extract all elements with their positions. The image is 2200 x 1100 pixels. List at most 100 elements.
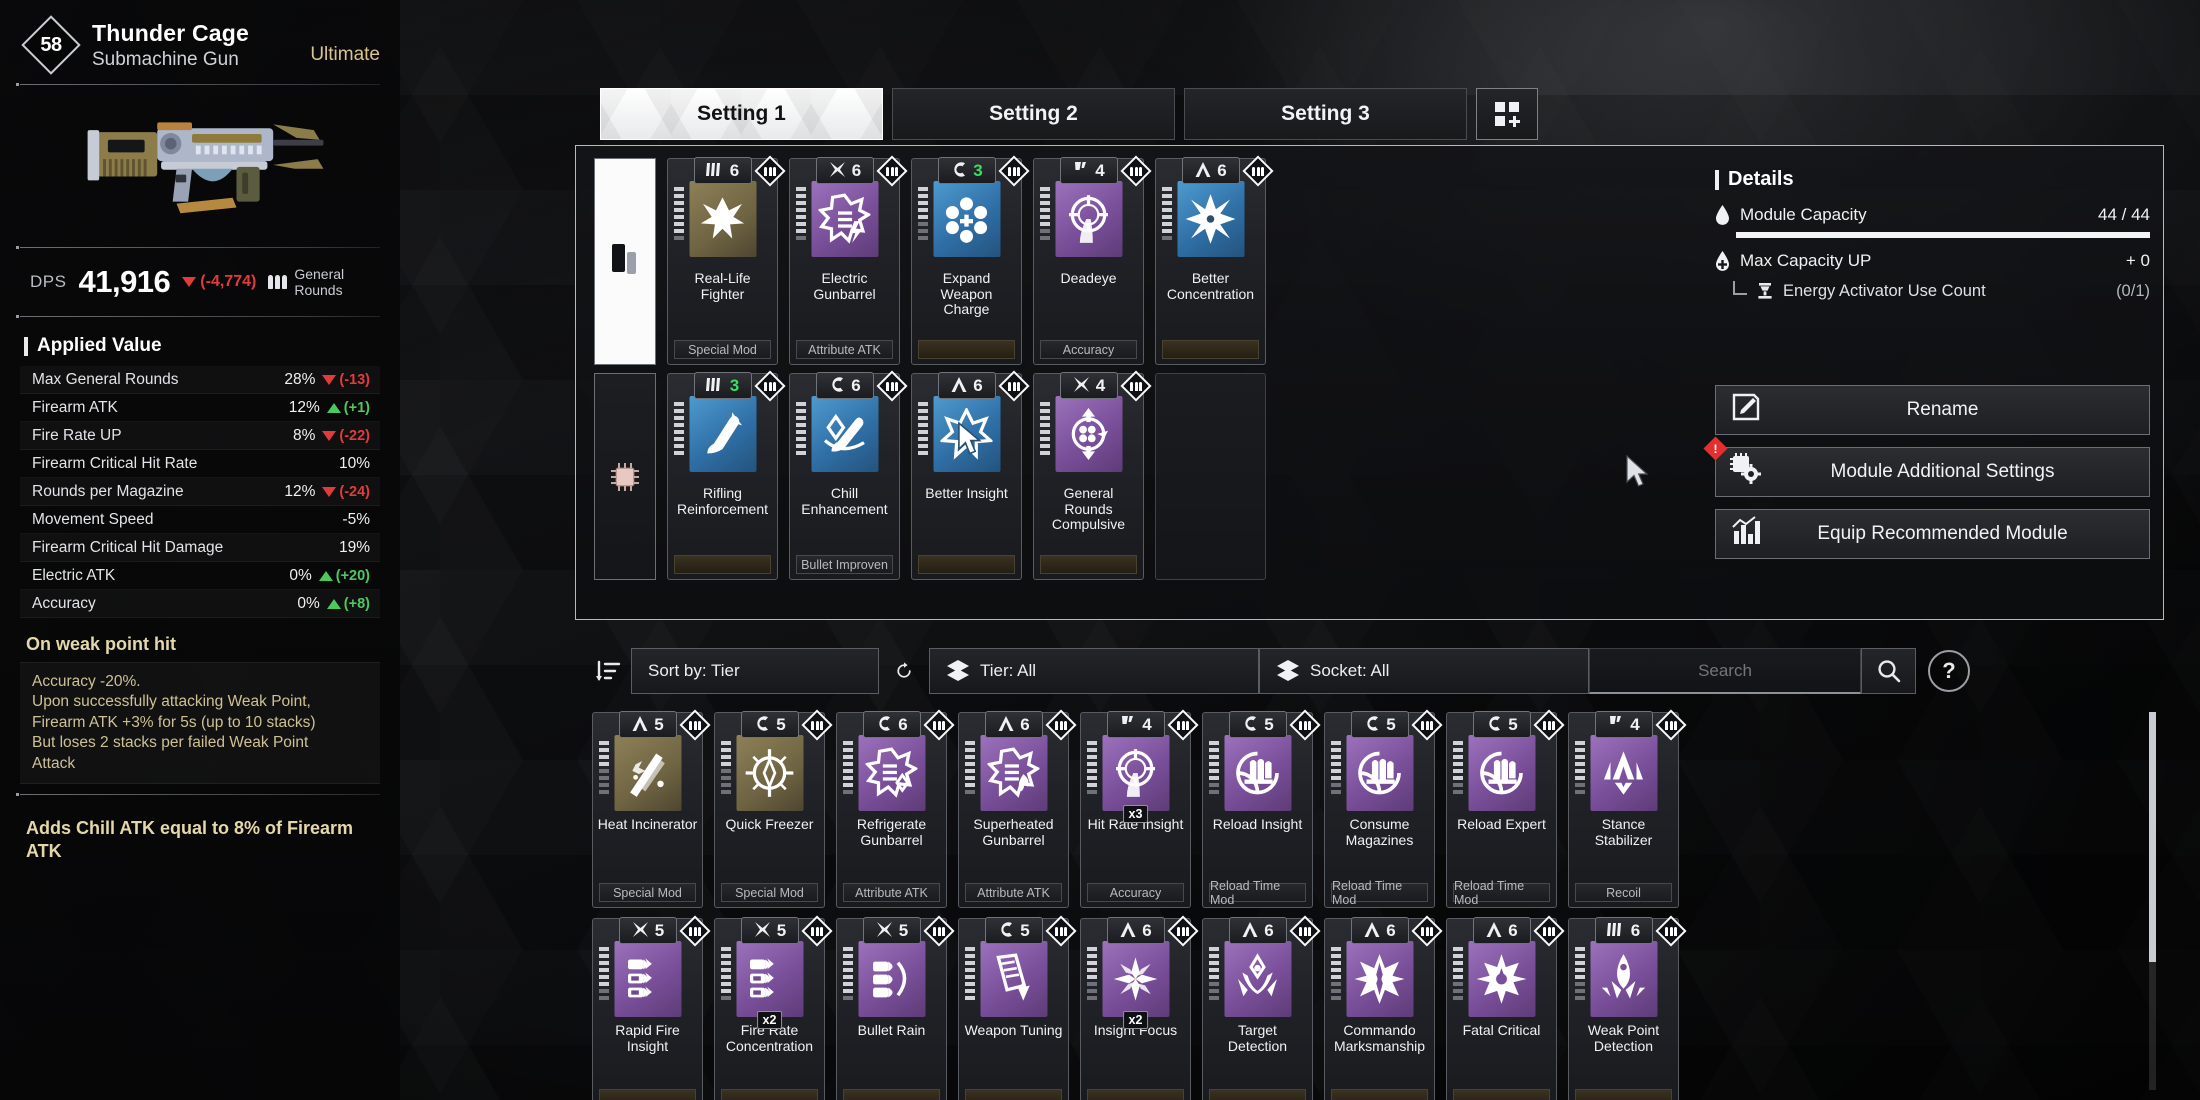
sort-by-dropdown[interactable]: Sort by: Tier	[631, 648, 879, 694]
level-pip	[965, 954, 975, 958]
level-pip	[1162, 201, 1172, 205]
level-pip	[721, 989, 731, 993]
level-pip	[1040, 416, 1050, 420]
level-pip	[965, 947, 975, 951]
module-card[interactable]: 6 Commando Marksmanship	[1324, 915, 1443, 1100]
module-card[interactable]: 4 Deadeye Accuracy	[1033, 155, 1152, 365]
help-button[interactable]: ?	[1928, 650, 1970, 692]
stat-name: Firearm Critical Hit Rate	[32, 454, 198, 472]
module-tier-badge	[1045, 709, 1077, 741]
module-card[interactable]: 6 Target Detection	[1202, 915, 1321, 1100]
level-pip	[1209, 961, 1219, 965]
search-button[interactable]	[1861, 648, 1916, 694]
module-name: Reload Insight	[1212, 816, 1303, 832]
setting-tabs[interactable]: Setting 1 Setting 2 Setting 3	[600, 88, 1538, 140]
tier-filter-dropdown[interactable]: Tier: All	[929, 648, 1259, 694]
module-cost-value: 5	[776, 715, 786, 734]
level-pip	[1040, 437, 1050, 441]
refresh-button[interactable]	[879, 648, 929, 694]
module-tier-badge	[1167, 709, 1199, 741]
search-field[interactable]	[1589, 648, 1861, 694]
module-filter-toolbar[interactable]: Sort by: Tier Tier: All Socket: All ?	[585, 648, 2165, 694]
scrollbar-thumb[interactable]	[2149, 712, 2156, 962]
level-pip	[965, 769, 975, 773]
module-tier-badge	[801, 915, 833, 947]
level-pip	[918, 430, 928, 434]
module-card[interactable]: 4 x3 Hit Rate Insight Accuracy	[1080, 709, 1199, 908]
module-cost-value: 6	[851, 376, 861, 395]
module-cost-value: 3	[973, 161, 983, 180]
module-category: Accuracy	[1040, 340, 1137, 359]
module-card[interactable]: 6 Weak Point Detection	[1568, 915, 1687, 1100]
weapon-slot-indicator[interactable]	[594, 158, 656, 365]
module-slot-indicator[interactable]	[594, 373, 656, 580]
tier-bars-icon	[1252, 166, 1264, 176]
module-card[interactable]: 6 Fatal Critical	[1446, 915, 1565, 1100]
module-card[interactable]: 6 Better Insight	[911, 370, 1030, 580]
module-card[interactable]: 6 Better Concentration	[1155, 155, 1274, 365]
module-artwork	[858, 735, 925, 811]
module-card[interactable]: 5 Reload Expert Reload Time Mod	[1446, 709, 1565, 908]
module-card[interactable]: 5 Weapon Tuning	[958, 915, 1077, 1100]
equip-recommended-module-button[interactable]: Equip Recommended Module	[1715, 509, 2150, 559]
module-card[interactable]: 3 Rifling Reinforcement	[667, 370, 786, 580]
module-card[interactable]: 5 Rapid Fire Insight	[592, 915, 711, 1100]
module-card[interactable]: 6 Refrigerate Gunbarrel Attribute ATK	[836, 709, 955, 908]
rename-button[interactable]: Rename	[1715, 385, 2150, 435]
module-artwork	[1468, 735, 1535, 811]
module-inventory-grid: 5 Heat Incinerator Special Mod 5 Quick F…	[592, 709, 2152, 1100]
module-card[interactable]: 6 Electric Gunbarrel Attribute ATK	[789, 155, 908, 365]
module-category	[1162, 340, 1259, 359]
module-card[interactable]: 4 Stance Stabilizer Recoil	[1568, 709, 1687, 908]
tree-elbow-icon	[1733, 281, 1747, 295]
module-tier-badge	[1289, 709, 1321, 741]
module-artwork	[1102, 735, 1169, 811]
module-card[interactable]: 6 Superheated Gunbarrel Attribute ATK	[958, 709, 1077, 908]
add-preset-button[interactable]	[1476, 88, 1538, 140]
level-pip	[796, 409, 806, 413]
module-socket-cost: 5	[984, 917, 1043, 944]
weapon-level-value: 58	[40, 33, 62, 56]
search-input[interactable]	[1606, 660, 1844, 681]
module-card[interactable]: 5 Heat Incinerator Special Mod	[592, 709, 711, 908]
module-card[interactable]: 5 x2 Fire Rate Concentration	[714, 915, 833, 1100]
module-card[interactable]: 5 Consume Magazines Reload Time Mod	[1324, 709, 1443, 908]
level-pip	[1087, 769, 1097, 773]
level-pip	[1453, 783, 1463, 787]
module-additional-settings-button[interactable]: ! Module Additional Settings	[1703, 436, 2150, 497]
module-category: Reload Time Mod	[1209, 879, 1306, 907]
level-pip	[1209, 748, 1219, 752]
sort-descending-icon[interactable]	[585, 648, 631, 694]
level-pip	[1331, 954, 1341, 958]
tab-setting-1[interactable]: Setting 1	[600, 88, 883, 140]
tab-setting-2[interactable]: Setting 2	[892, 88, 1175, 140]
module-card[interactable]: 6 x2 Insight Focus	[1080, 915, 1199, 1100]
tab-setting-3[interactable]: Setting 3	[1184, 88, 1467, 140]
module-card[interactable]: 5 Bullet Rain	[836, 915, 955, 1100]
level-pip	[796, 437, 806, 441]
details-action-buttons[interactable]: Rename ! Module Additional Settings Equip R…	[1703, 385, 2150, 559]
module-tier-badge	[876, 370, 908, 402]
level-pip	[1087, 961, 1097, 965]
stat-row: Electric ATK 0% (+20)	[20, 562, 380, 590]
module-card-empty[interactable]	[1155, 373, 1266, 580]
module-card[interactable]: 4 General Rounds Compulsive	[1033, 370, 1152, 580]
module-card[interactable]: 6 Real-Life Fighter Special Mod	[667, 155, 786, 365]
level-pip	[1575, 790, 1585, 794]
stat-name: Fire Rate UP	[32, 426, 122, 444]
module-card[interactable]: 5 Quick Freezer Special Mod	[714, 709, 833, 908]
level-pip	[796, 236, 806, 240]
droplet-icon	[1716, 205, 1729, 225]
module-card[interactable]: 5 Reload Insight Reload Time Mod	[1202, 709, 1321, 908]
socket-filter-dropdown[interactable]: Socket: All	[1259, 648, 1589, 694]
level-pip	[599, 783, 609, 787]
module-card[interactable]: 3 Expand Weapon Charge	[911, 155, 1030, 365]
module-tier-badge	[1242, 155, 1274, 187]
module-card[interactable]: 6 Chill Enhancement Bullet Improven	[789, 370, 908, 580]
module-level-pips	[721, 741, 731, 794]
ammo-type-label: General Rounds	[294, 266, 345, 298]
inventory-scrollbar[interactable]	[2149, 712, 2156, 1090]
module-name: Heat Incinerator	[597, 816, 698, 832]
socket-malachite	[631, 715, 649, 735]
module-socket-cost: 5	[1350, 711, 1409, 738]
